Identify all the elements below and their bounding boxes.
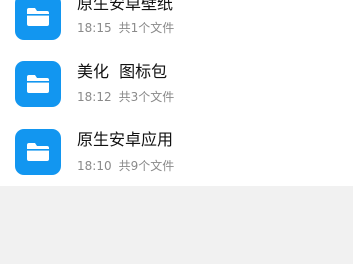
folder-glyph-icon xyxy=(27,8,49,26)
folder-count: 共9个文件 xyxy=(118,159,175,173)
folder-meta: 18:10 共9个文件 xyxy=(77,158,174,174)
folder-time: 18:12 xyxy=(77,90,112,104)
folder-time: 18:15 xyxy=(77,21,112,35)
folder-row[interactable]: 美化 图标包 18:12 共3个文件 xyxy=(0,53,353,115)
folder-list: 原生安卓壁纸 18:15 共1个文件 美化 图标包 18:12 共3个文件 原生… xyxy=(0,0,353,186)
folder-icon xyxy=(15,0,61,40)
folder-glyph-icon xyxy=(27,143,49,161)
file-browser-screen: 原生安卓壁纸 18:15 共1个文件 美化 图标包 18:12 共3个文件 原生… xyxy=(0,0,353,264)
folder-time: 18:10 xyxy=(77,159,112,173)
folder-name: 美化 图标包 xyxy=(77,62,168,81)
folder-meta: 18:12 共3个文件 xyxy=(77,89,174,105)
folder-icon xyxy=(15,129,61,175)
folder-meta: 18:15 共1个文件 xyxy=(77,20,174,36)
folder-row[interactable]: 原生安卓壁纸 18:15 共1个文件 xyxy=(0,0,353,48)
folder-name: 原生安卓壁纸 xyxy=(77,0,174,13)
folder-row[interactable]: 原生安卓应用 18:10 共9个文件 xyxy=(0,121,353,183)
folder-name: 原生安卓应用 xyxy=(77,130,174,149)
folder-count: 共3个文件 xyxy=(118,90,175,104)
folder-icon xyxy=(15,61,61,107)
folder-glyph-icon xyxy=(27,75,49,93)
folder-count: 共1个文件 xyxy=(118,21,175,35)
